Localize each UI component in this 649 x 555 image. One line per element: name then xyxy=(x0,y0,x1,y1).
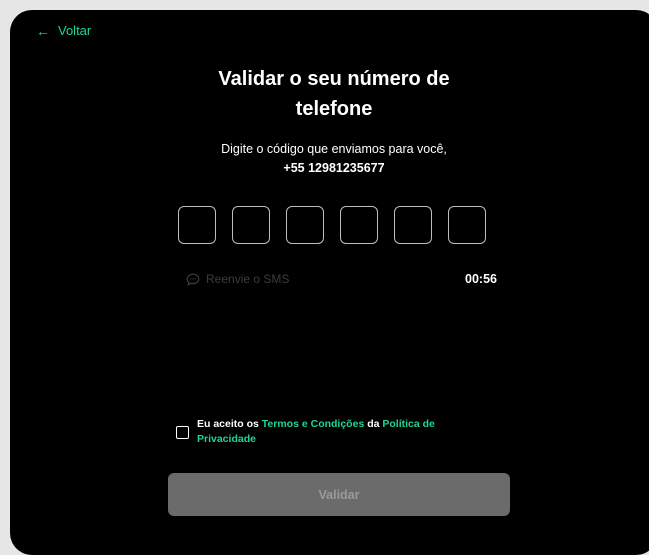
title-line-2: telefone xyxy=(295,98,373,120)
privacy-policy-link-line2[interactable]: Privacidade xyxy=(197,433,256,445)
otp-digit-6[interactable] xyxy=(448,206,486,244)
otp-input-group xyxy=(178,206,486,244)
terms-text: Eu aceito os Termos e Condições da Polít… xyxy=(197,417,477,446)
resend-label: Reenvie o SMS xyxy=(206,272,290,286)
otp-digit-4[interactable] xyxy=(340,206,378,244)
page-title: Validar o seu número de telefone xyxy=(10,64,649,124)
otp-digit-1[interactable] xyxy=(178,206,216,244)
privacy-policy-link-line1[interactable]: Política de xyxy=(382,418,435,430)
terms-prefix: Eu aceito os xyxy=(197,418,262,430)
otp-digit-5[interactable] xyxy=(394,206,432,244)
arrow-left-icon: ← xyxy=(36,22,50,39)
terms-conditions-link[interactable]: Termos e Condições xyxy=(262,418,365,430)
back-label: Voltar xyxy=(58,23,92,38)
title-line-1: Validar o seu número de xyxy=(218,68,450,90)
phone-number: +55 12981235677 xyxy=(283,161,385,175)
back-link[interactable]: ← Voltar xyxy=(36,23,91,38)
terms-middle: da xyxy=(364,418,383,430)
chat-bubble-icon xyxy=(186,273,200,286)
instruction-text: Digite o código que enviamos para você, xyxy=(221,142,447,156)
terms-checkbox[interactable] xyxy=(176,426,189,439)
countdown-timer: 00:56 xyxy=(465,272,497,286)
validate-button[interactable]: Validar xyxy=(168,473,510,516)
resend-sms-link[interactable]: Reenvie o SMS xyxy=(186,272,289,286)
otp-digit-2[interactable] xyxy=(232,206,270,244)
terms-agreement: Eu aceito os Termos e Condições da Polít… xyxy=(176,417,477,446)
verification-card: ← Voltar Validar o seu número de telefon… xyxy=(10,10,649,555)
otp-digit-3[interactable] xyxy=(286,206,324,244)
